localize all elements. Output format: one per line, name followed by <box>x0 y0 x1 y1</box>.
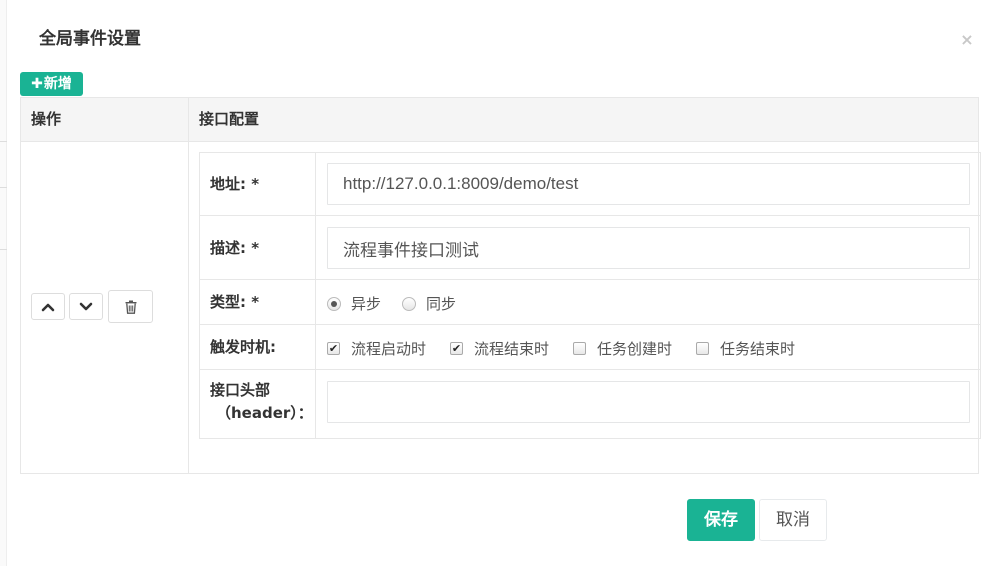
dialog-title: 全局事件设置 <box>39 29 141 49</box>
move-down-button[interactable] <box>69 293 103 320</box>
backdrop-divider <box>0 141 7 142</box>
radio-async-label: 异步 <box>351 295 382 313</box>
checkbox-checked-icon: ✔ <box>450 342 463 355</box>
delete-button[interactable] <box>108 290 153 323</box>
radio-async[interactable]: 异步 <box>327 293 381 314</box>
trash-icon <box>125 300 136 314</box>
chevron-up-icon <box>41 303 55 311</box>
radio-sync-label: 同步 <box>426 295 457 313</box>
type-row: 类型: * 异步 同步 <box>200 280 980 325</box>
header-interface-config: 接口配置 <box>199 110 260 128</box>
checkbox-process-start[interactable]: ✔ 流程启动时 <box>327 338 426 359</box>
checkbox-task-create[interactable]: 任务创建时 <box>573 338 672 359</box>
header-label-line2: （header）： <box>216 404 313 422</box>
event-settings-dialog: 全局事件设置 × ✚新增 操作 接口配置 地址: * http://127.0.… <box>7 0 1001 566</box>
trigger-row: 触发时机: ✔ 流程启动时 ✔ 流程结束时 任务创建时 任务结束时 <box>200 325 980 370</box>
add-button-label: 新增 <box>43 76 72 92</box>
header-label-line1: 接口头部 <box>210 381 271 399</box>
radio-checked-icon <box>327 296 341 311</box>
description-row: 描述: * <box>200 216 980 280</box>
address-row: 地址: * <box>200 153 980 216</box>
description-input[interactable] <box>327 227 970 269</box>
checkbox-process-end[interactable]: ✔ 流程结束时 <box>450 338 549 359</box>
trigger-label: 触发时机: <box>210 338 276 356</box>
save-button[interactable]: 保存 <box>687 499 755 541</box>
description-label: 描述: * <box>210 239 260 257</box>
table-header: 操作 接口配置 <box>21 98 978 142</box>
add-button[interactable]: ✚新增 <box>20 72 83 96</box>
header-input[interactable] <box>327 381 970 423</box>
checkbox-unchecked-icon <box>573 342 586 355</box>
chevron-down-icon <box>79 302 93 310</box>
close-icon[interactable]: × <box>959 31 975 49</box>
header-row: 接口头部 （header）： <box>200 370 980 438</box>
backdrop-divider <box>0 249 7 250</box>
checkbox-process-end-label: 流程结束时 <box>474 340 550 358</box>
cancel-button[interactable]: 取消 <box>759 499 827 541</box>
column-divider <box>188 98 189 473</box>
checkbox-checked-icon: ✔ <box>327 342 340 355</box>
interface-config-form: 地址: * 描述: * 类型: * 异步 同步 <box>199 152 981 439</box>
type-label: 类型: * <box>210 293 260 311</box>
header-operation: 操作 <box>31 110 62 128</box>
move-up-button[interactable] <box>31 293 65 320</box>
address-input[interactable] <box>327 163 970 205</box>
checkbox-process-start-label: 流程启动时 <box>351 340 427 358</box>
page-backdrop <box>0 0 7 566</box>
checkbox-unchecked-icon <box>696 342 709 355</box>
checkbox-task-end-label: 任务结束时 <box>720 340 796 358</box>
address-label: 地址: * <box>210 175 260 193</box>
radio-unchecked-icon <box>402 296 416 311</box>
checkbox-task-create-label: 任务创建时 <box>597 340 673 358</box>
checkbox-task-end[interactable]: 任务结束时 <box>696 338 795 359</box>
event-table: 操作 接口配置 地址: * http://127.0.0.1:8009/demo… <box>20 97 981 474</box>
backdrop-divider <box>0 187 7 188</box>
radio-sync[interactable]: 同步 <box>402 293 456 314</box>
plus-icon: ✚ <box>31 76 43 92</box>
